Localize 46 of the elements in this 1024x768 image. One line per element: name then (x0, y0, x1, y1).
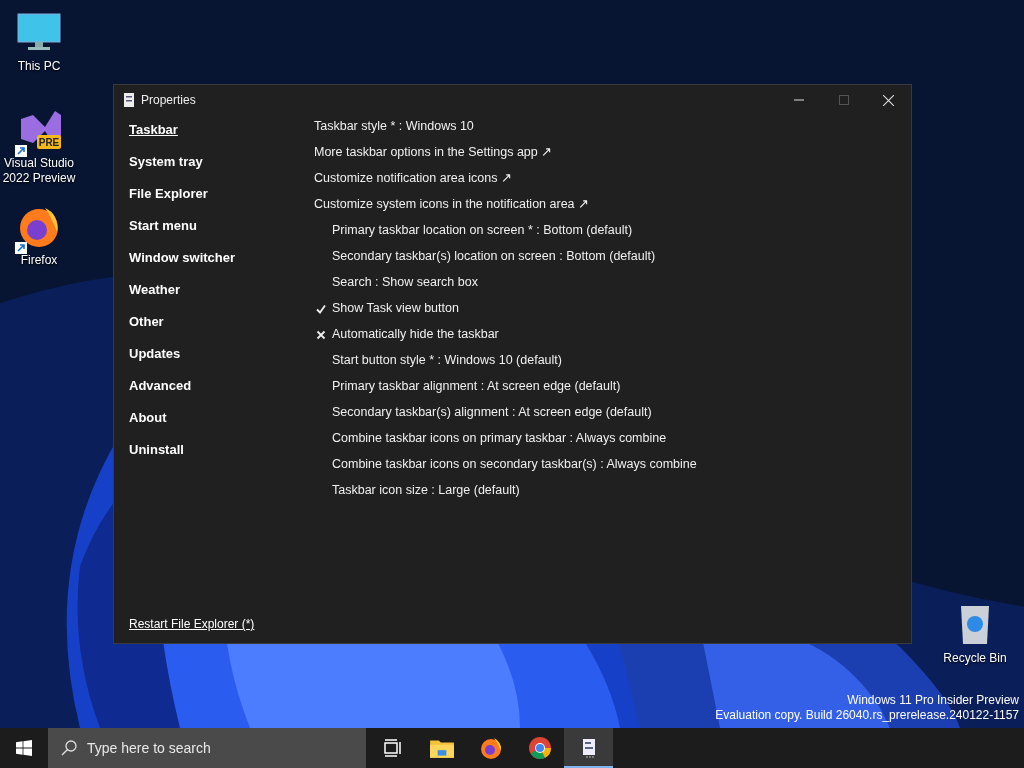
close-icon (883, 94, 894, 106)
sidebar-tab[interactable]: Advanced (129, 376, 299, 408)
setting-option[interactable]: Start button style * : Windows 10 (default) (332, 352, 562, 369)
maximize-icon (838, 95, 849, 105)
sidebar-tab[interactable]: Start menu (129, 216, 299, 248)
sidebar-tab[interactable]: System tray (129, 152, 299, 184)
app-icon (123, 92, 135, 108)
sidebar-tab[interactable]: About (129, 408, 299, 440)
desktop-icon-label[interactable]: Firefox (20, 253, 58, 268)
sidebar-tab[interactable]: Other (129, 312, 299, 344)
build-info-text: Evaluation copy. Build 26040.rs_prerelease.240122-1157 (715, 708, 1019, 723)
sidebar-tab[interactable]: Taskbar (129, 120, 299, 152)
firefox-icon (478, 736, 503, 760)
folder-icon (428, 737, 455, 759)
setting-option[interactable]: Combine taskbar icons on secondary taskbar(s) : Always combine (332, 456, 697, 473)
setting-option[interactable]: Primary taskbar alignment : At screen edge (default) (332, 378, 621, 395)
build-info-text: Windows 11 Pro Insider Preview (847, 693, 1019, 708)
restart-explorer-link[interactable]: Restart File Explorer (*) (129, 617, 299, 631)
setting-option[interactable]: Show Task view button (332, 300, 459, 317)
sidebar-tab[interactable]: Weather (129, 280, 299, 312)
settings-link[interactable]: Customize system icons in the notification area ↗ (314, 196, 589, 213)
desktop-icon-label[interactable]: Visual Studio 2022 Preview (2, 156, 76, 186)
setting-option[interactable]: Automatically hide the taskbar (332, 326, 499, 343)
setting-option[interactable]: Primary taskbar location on screen * : Bottom (default) (332, 222, 633, 239)
desktop-icon-label[interactable]: This PC (17, 59, 61, 74)
task-view-icon (382, 738, 403, 758)
setting-option[interactable]: Taskbar style * : Windows 10 (314, 118, 474, 135)
setting-option[interactable]: Search : Show search box (332, 274, 478, 291)
sidebar-tab[interactable]: Updates (129, 344, 299, 376)
properties-taskbar-button[interactable] (564, 728, 613, 768)
search-field[interactable]: Type here to search (48, 728, 366, 768)
sidebar-tab[interactable]: Uninstall (129, 440, 299, 472)
settings-link[interactable]: More taskbar options in the Settings app ↗ (314, 144, 553, 161)
sidebar-tab[interactable]: File Explorer (129, 184, 299, 216)
desktop-icon-label[interactable]: Recycle Bin (943, 651, 1007, 666)
windows-logo-icon (16, 740, 32, 756)
setting-option[interactable]: Taskbar icon size : Large (default) (332, 482, 520, 499)
settings-link[interactable]: Customize notification area icons ↗ (314, 170, 512, 187)
search-icon (61, 740, 77, 756)
document-icon (580, 738, 597, 758)
setting-option[interactable]: Secondary taskbar(s) location on screen : Bottom (default) (332, 248, 656, 265)
window-title: Properties (141, 93, 196, 107)
sidebar-tab[interactable]: Window switcher (129, 248, 299, 280)
chrome-icon (527, 736, 552, 760)
setting-option[interactable]: Combine taskbar icons on primary taskbar : Always combine (332, 430, 667, 447)
setting-option[interactable]: Secondary taskbar(s) alignment : At screen edge (default) (332, 404, 652, 421)
